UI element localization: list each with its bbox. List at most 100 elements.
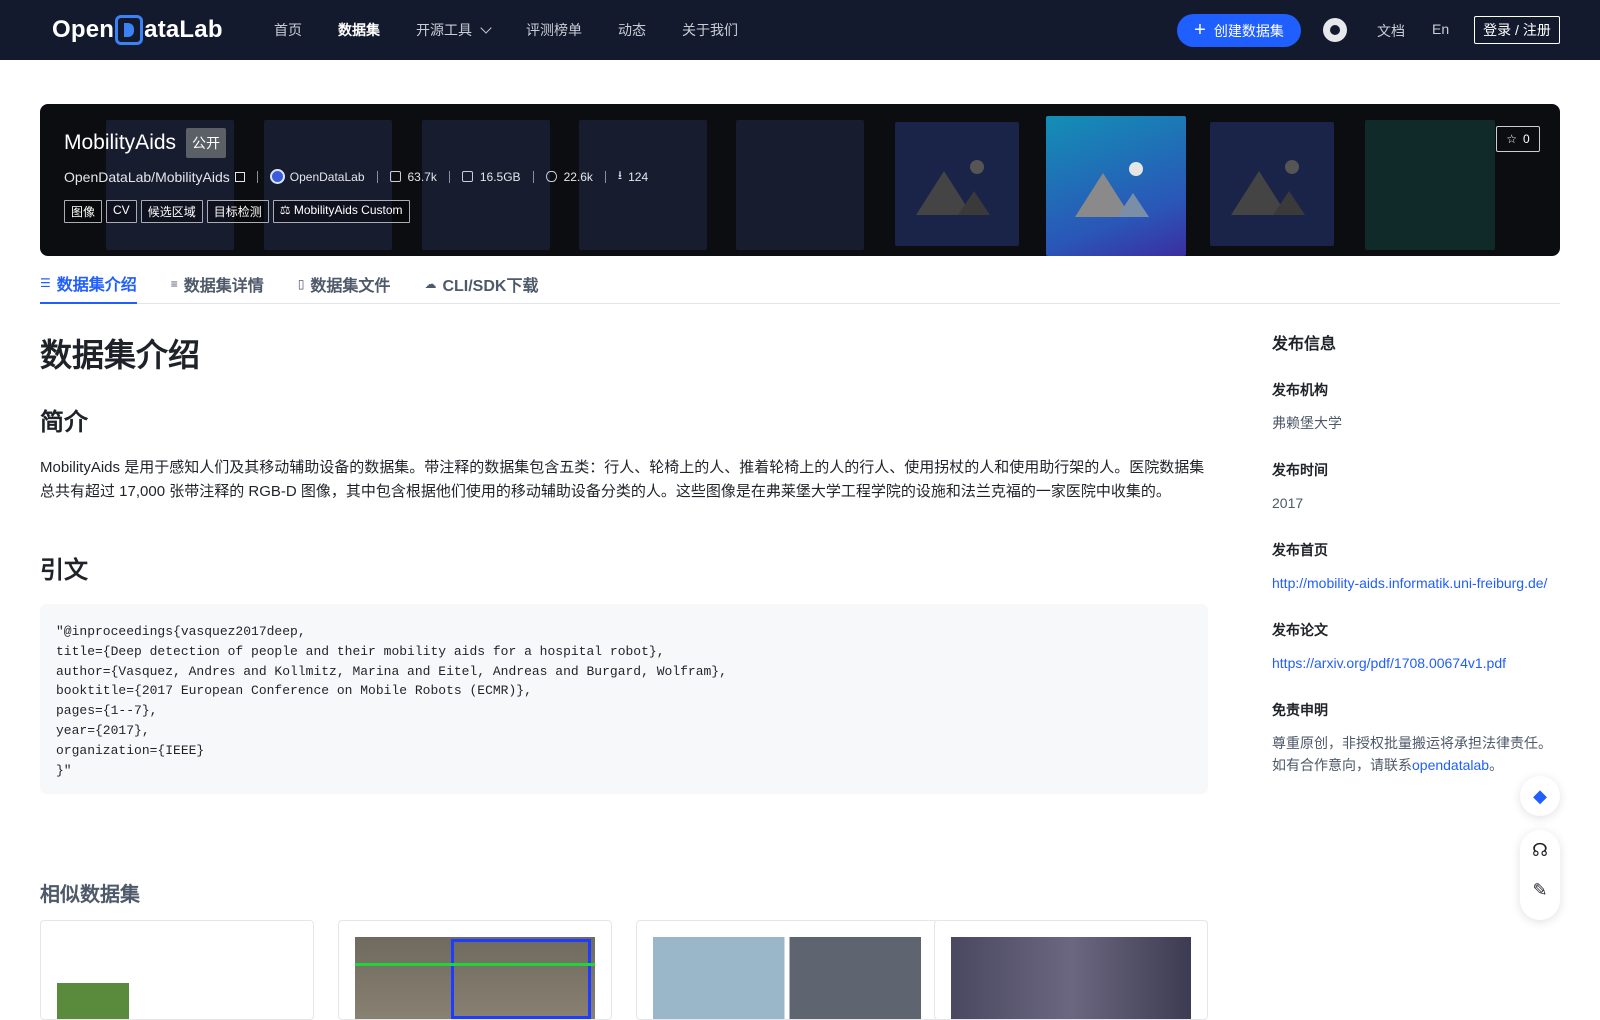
similar-dataset-card[interactable] xyxy=(934,920,1208,1020)
star-button[interactable]: ☆ 0 xyxy=(1496,126,1540,152)
license-tag[interactable]: ⚖ MobilityAids Custom xyxy=(272,200,410,223)
disk-icon xyxy=(461,171,473,182)
main-nav: 首页 数据集 开源工具 评测榜单 动态 关于我们 xyxy=(274,0,774,60)
disclaimer-label: 免责申明 xyxy=(1272,702,1328,718)
visibility-badge: 公开 xyxy=(186,128,227,158)
org-name[interactable]: OpenDataLab xyxy=(290,170,365,184)
release-paper-label: 发布论文 xyxy=(1272,622,1328,638)
similar-dataset-card[interactable] xyxy=(40,920,314,1020)
language-toggle[interactable]: En xyxy=(1432,21,1449,37)
divider xyxy=(256,170,258,183)
similar-dataset-card[interactable] xyxy=(338,920,612,1020)
release-time-label: 发布时间 xyxy=(1272,462,1328,478)
license-label: MobilityAids Custom xyxy=(293,203,403,217)
nav-tools[interactable]: 开源工具 xyxy=(416,20,492,40)
plus-icon: + xyxy=(1194,18,1206,41)
preview-thumbnail xyxy=(736,120,864,250)
release-info-title: 发布信息 xyxy=(1272,336,1337,353)
star-icon: ☆ xyxy=(1506,132,1518,146)
dataset-banner: MobilityAids 公开 OpenDataLab/MobilityAids… xyxy=(40,104,1560,256)
tab-details[interactable]: ≡ 数据集详情 xyxy=(171,264,264,304)
contact-link[interactable]: opendatalab xyxy=(1412,757,1489,773)
release-paper-link[interactable]: https://arxiv.org/pdf/1708.00674v1.pdf xyxy=(1272,655,1506,671)
citation-heading: 引文 xyxy=(40,557,88,584)
divider xyxy=(532,170,534,183)
chevron-down-icon xyxy=(480,22,492,34)
nav-leaderboard[interactable]: 评测榜单 xyxy=(526,20,582,40)
card-thumbnail xyxy=(951,937,1191,1019)
tab-details-label: 数据集详情 xyxy=(183,278,264,295)
tag[interactable]: 目标检测 xyxy=(206,200,269,223)
logo-text-datalab: ataLab xyxy=(144,16,223,43)
citation-code-block: "@inproceedings{vasquez2017deep, title={… xyxy=(40,604,1208,794)
nav-tools-label: 开源工具 xyxy=(416,22,472,38)
tab-cli[interactable]: ☁ CLI/SDK下载 xyxy=(424,264,538,304)
file-icon: ▯ xyxy=(297,277,305,291)
image-placeholder-icon xyxy=(1046,116,1186,256)
image-placeholder-icon xyxy=(895,122,1019,246)
database-icon: ☰ xyxy=(40,276,51,290)
dataset-title-row: MobilityAids 公开 xyxy=(64,128,227,158)
release-home-link[interactable]: http://mobility-aids.informatik.uni-frei… xyxy=(1272,575,1547,591)
nav-datasets[interactable]: 数据集 xyxy=(338,20,380,40)
tag[interactable]: 候选区域 xyxy=(140,200,203,223)
tab-files[interactable]: ▯ 数据集文件 xyxy=(298,264,391,304)
disclaimer: 免责申明 尊重原创，非授权批量搬运将承担法律责任。 如有合作意向，请联系open… xyxy=(1272,700,1572,776)
bounding-box xyxy=(451,939,591,1019)
github-icon[interactable] xyxy=(1323,18,1347,42)
disclaimer-suffix: 。 xyxy=(1489,757,1504,773)
release-paper: 发布论文 https://arxiv.org/pdf/1708.00674v1.… xyxy=(1272,620,1572,674)
org-avatar xyxy=(269,169,285,184)
list-icon: ≡ xyxy=(170,277,178,291)
logo[interactable]: Open ataLab xyxy=(52,14,223,46)
annotation-line xyxy=(355,963,595,966)
intro-text: MobilityAids 是用于感知人们及其移动辅助设备的数据集。带注释的数据集… xyxy=(40,459,1205,500)
logo-mark-icon xyxy=(115,15,144,45)
divider xyxy=(376,170,378,183)
release-home: 发布首页 http://mobility-aids.informatik.uni… xyxy=(1272,540,1572,594)
create-dataset-label: 创建数据集 xyxy=(1213,22,1284,39)
disclaimer-prefix: 如有合作意向，请联系 xyxy=(1272,757,1412,773)
tab-intro-label: 数据集介绍 xyxy=(56,277,137,294)
card-thumbnail xyxy=(653,937,921,1019)
nav-about[interactable]: 关于我们 xyxy=(682,20,738,40)
image-placeholder-icon xyxy=(1210,122,1334,246)
card-thumbnail xyxy=(355,937,595,1019)
disclaimer-line2: 如有合作意向，请联系opendatalab。 xyxy=(1272,754,1572,776)
nav-news[interactable]: 动态 xyxy=(618,20,646,40)
release-home-label: 发布首页 xyxy=(1272,542,1328,558)
scale-icon: ⚖ xyxy=(279,203,291,217)
floating-actions: ☊ ✎ xyxy=(1520,830,1560,920)
headset-icon[interactable]: ☊ xyxy=(1520,830,1560,870)
dataset-meta: OpenDataLab/MobilityAids OpenDataLab 63.… xyxy=(64,166,648,187)
floating-assistant: ◆ xyxy=(1520,776,1560,816)
tag[interactable]: CV xyxy=(106,200,137,223)
release-org-label: 发布机构 xyxy=(1272,382,1328,398)
login-register-button[interactable]: 登录 / 注册 xyxy=(1474,16,1560,44)
assistant-icon[interactable]: ◆ xyxy=(1520,776,1560,816)
create-dataset-button[interactable]: + 创建数据集 xyxy=(1177,14,1301,47)
release-org: 发布机构 弗赖堡大学 xyxy=(1272,380,1572,434)
release-info-panel: 发布信息 发布机构 弗赖堡大学 发布时间 2017 发布首页 http://mo… xyxy=(1272,330,1572,802)
tag[interactable]: 图像 xyxy=(64,200,103,223)
disclaimer-line1: 尊重原创，非授权批量搬运将承担法律责任。 xyxy=(1272,735,1552,751)
docs-link[interactable]: 文档 xyxy=(1377,21,1405,41)
copy-icon[interactable] xyxy=(234,171,245,182)
stat-size: 16.5GB xyxy=(479,169,521,184)
download-icon: ⭳ xyxy=(617,168,623,182)
divider xyxy=(448,170,450,183)
nav-home[interactable]: 首页 xyxy=(274,20,302,40)
tag-list: 图像 CV 候选区域 目标检测 ⚖ MobilityAids Custom xyxy=(64,200,410,223)
tab-intro[interactable]: ☰ 数据集介绍 xyxy=(40,264,137,304)
release-time-value: 2017 xyxy=(1272,495,1304,511)
similar-dataset-card[interactable] xyxy=(636,920,938,1020)
intro-heading: 简介 xyxy=(40,409,88,436)
book-icon xyxy=(389,171,401,182)
stat-count: 63.7k xyxy=(407,169,437,184)
dataset-path: OpenDataLab/MobilityAids xyxy=(64,168,230,185)
preview-thumbnail xyxy=(1365,120,1495,250)
feedback-icon[interactable]: ✎ xyxy=(1520,870,1560,910)
card-thumbnail xyxy=(57,983,129,1019)
eye-icon xyxy=(545,171,557,182)
stat-downloads: 124 xyxy=(628,169,649,184)
